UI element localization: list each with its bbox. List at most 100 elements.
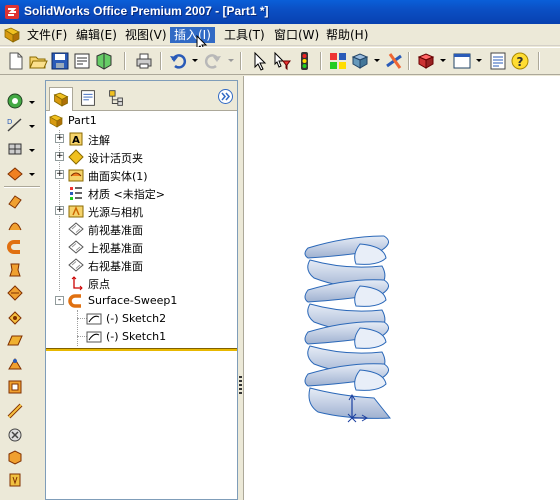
untrim-surface-icon[interactable] — [6, 402, 24, 420]
splitter-grip-icon[interactable] — [239, 376, 242, 396]
menu-edit[interactable]: 编辑(E) — [72, 27, 121, 43]
planar-surface-icon[interactable] — [6, 332, 24, 350]
features-toolbar: D — [0, 76, 44, 500]
view-orientation-icon[interactable] — [350, 51, 370, 71]
expand-icon[interactable]: + — [55, 152, 64, 161]
menu-window[interactable]: 窗口(W) — [270, 27, 323, 43]
sketch-icon — [86, 331, 102, 343]
featuremanager-panel: Part1 + A 注解 + 设计活页夹 + 曲面实体(1) 材质 <未指定> … — [45, 80, 238, 500]
menu-tools[interactable]: 工具(T) — [220, 27, 269, 43]
part-icon — [49, 114, 63, 128]
svg-text:D: D — [7, 118, 12, 126]
tree-item-label: 右视基准面 — [88, 260, 143, 273]
tree-item-origin[interactable]: 原点 — [46, 274, 237, 292]
menu-bar: 文件(F) 编辑(E) 视图(V) 插入(I) 工具(T) 窗口(W) 帮助(H… — [0, 24, 560, 46]
window-title: SolidWorks Office Premium 2007 - [Part1 … — [24, 4, 269, 18]
rebuild-icon[interactable] — [94, 51, 114, 71]
surface-sweep-icon — [68, 294, 81, 308]
expand-icon[interactable]: + — [55, 170, 64, 179]
offset-surface-icon[interactable] — [6, 308, 24, 326]
surface-bodies-icon — [68, 169, 84, 182]
menu-help[interactable]: 帮助(H) — [322, 27, 372, 43]
svg-text:?: ? — [517, 55, 524, 69]
surfaces-toolbar-icon[interactable] — [6, 164, 24, 182]
configurationmanager-tab-icon[interactable] — [104, 87, 128, 109]
save-icon[interactable] — [50, 51, 70, 71]
expand-icon[interactable]: + — [55, 206, 64, 215]
open-folder-icon[interactable] — [28, 51, 48, 71]
plane-icon — [68, 222, 84, 236]
graphics-area[interactable] — [243, 76, 560, 500]
smart-dimension-icon[interactable]: D — [6, 116, 24, 134]
rollback-bar[interactable] — [46, 348, 237, 351]
tree-item-label: 原点 — [88, 278, 110, 291]
lofted-surface-icon[interactable] — [6, 261, 24, 279]
feature-tree: Part1 + A 注解 + 设计活页夹 + 曲面实体(1) 材质 <未指定> … — [46, 112, 237, 349]
propertymanager-tab-icon[interactable] — [76, 87, 100, 109]
extruded-surface-icon[interactable] — [6, 192, 24, 210]
document-icon[interactable] — [2, 26, 22, 44]
fill-surface-icon[interactable] — [6, 471, 24, 489]
tree-item-label: 材质 <未指定> — [88, 188, 165, 201]
select-filter-icon[interactable] — [272, 51, 292, 71]
appearance-icon[interactable] — [416, 51, 436, 71]
delete-face-icon[interactable] — [6, 426, 24, 444]
annotations-icon: A — [69, 132, 83, 146]
print-preview-icon[interactable] — [72, 51, 92, 71]
tree-item-label: 光源与相机 — [88, 206, 143, 219]
revolved-surface-icon[interactable] — [6, 216, 24, 234]
collapse-icon[interactable]: - — [55, 296, 64, 305]
menu-file[interactable]: 文件(F) — [23, 27, 71, 43]
tree-item-label: Part1 — [68, 114, 97, 127]
redo-icon[interactable] — [203, 51, 223, 71]
tree-item-sketch1[interactable]: (-) Sketch1 — [46, 328, 237, 346]
svg-text:A: A — [72, 135, 80, 146]
title-bar: SolidWorks Office Premium 2007 - [Part1 … — [0, 0, 560, 24]
plane-icon — [68, 258, 84, 272]
tree-item-label: 设计活页夹 — [88, 152, 143, 165]
traffic-light-icon[interactable] — [294, 51, 314, 71]
expand-icon[interactable]: + — [55, 134, 64, 143]
double-chevron-right-icon — [221, 92, 230, 101]
tree-item-top-plane[interactable]: 上视基准面 — [46, 238, 237, 256]
tree-item-sketch2[interactable]: (-) Sketch2 — [46, 310, 237, 328]
trim-surface-icon[interactable] — [6, 378, 24, 396]
collapse-panel-button[interactable] — [218, 89, 233, 104]
featuremanager-tabs — [46, 81, 237, 111]
window-icon[interactable] — [452, 51, 472, 71]
standard-toolbar: ? — [0, 47, 560, 75]
select-icon[interactable] — [250, 51, 270, 71]
tree-item-surface-bodies[interactable]: + 曲面实体(1) — [46, 166, 237, 184]
reference-geometry-icon[interactable] — [6, 140, 24, 158]
tree-item-front-plane[interactable]: 前视基准面 — [46, 220, 237, 238]
origin-icon — [71, 276, 83, 291]
help-icon[interactable]: ? — [510, 51, 530, 71]
design-binder-icon — [68, 149, 84, 165]
tree-item-part[interactable]: Part1 — [46, 112, 237, 130]
menu-insert[interactable]: 插入(I) — [170, 27, 215, 43]
tree-item-material[interactable]: 材质 <未指定> — [46, 184, 237, 202]
tree-item-annotations[interactable]: + A 注解 — [46, 130, 237, 148]
tree-item-right-plane[interactable]: 右视基准面 — [46, 256, 237, 274]
boundary-surface-icon[interactable] — [6, 284, 24, 302]
knit-surface-icon[interactable] — [6, 448, 24, 466]
helix-surface-model[interactable] — [244, 76, 560, 500]
featuremanager-tab-icon[interactable] — [49, 87, 73, 111]
relations-icon[interactable] — [384, 51, 404, 71]
extend-surface-icon[interactable] — [6, 355, 24, 373]
print-icon[interactable] — [134, 51, 154, 71]
sketch-toolbar-icon[interactable] — [6, 92, 24, 110]
new-document-icon[interactable] — [6, 51, 26, 71]
sketch-icon — [86, 313, 102, 325]
menu-view[interactable]: 视图(V) — [121, 27, 171, 43]
tree-item-label: 上视基准面 — [88, 242, 143, 255]
properties-icon[interactable] — [488, 51, 508, 71]
options-grid-icon[interactable] — [328, 51, 348, 71]
tree-item-label: 注解 — [88, 134, 110, 147]
lights-cameras-icon — [68, 205, 84, 218]
undo-icon[interactable] — [168, 51, 188, 71]
tree-item-lights-cameras[interactable]: + 光源与相机 — [46, 202, 237, 220]
tree-item-design-binder[interactable]: + 设计活页夹 — [46, 148, 237, 166]
swept-surface-icon[interactable] — [6, 238, 24, 256]
tree-item-surface-sweep[interactable]: - Surface-Sweep1 — [46, 292, 237, 310]
